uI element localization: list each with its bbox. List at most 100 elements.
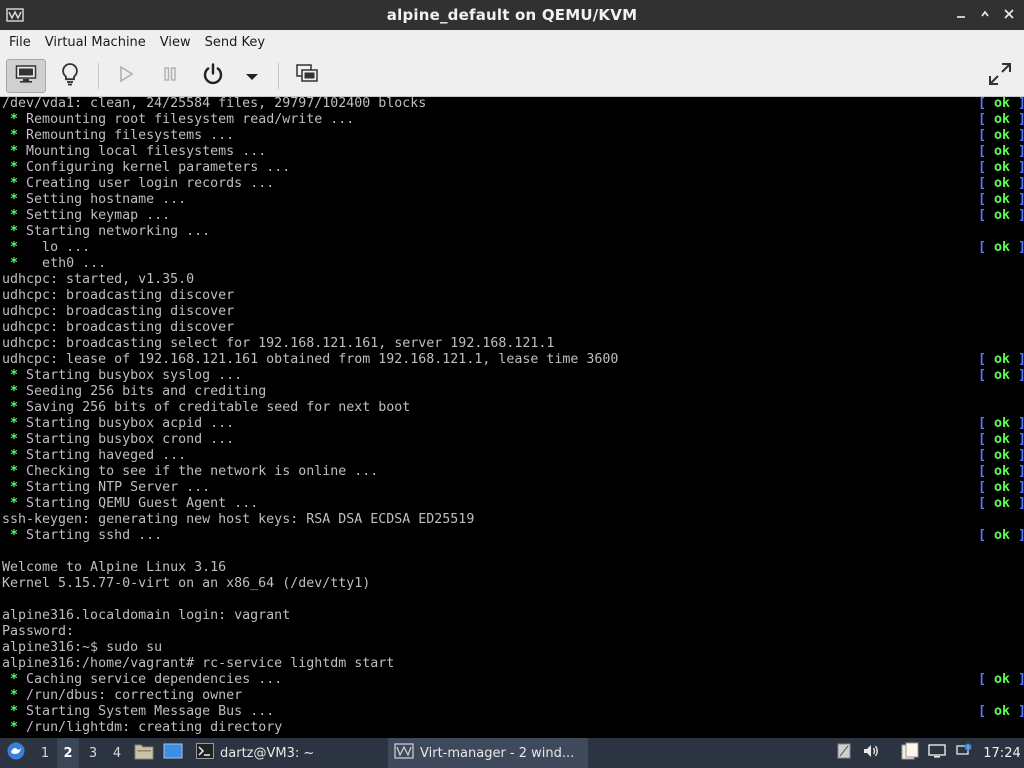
console-view-button[interactable] <box>6 59 46 93</box>
console-line: udhcpc: lease of 192.168.121.161 obtaine… <box>2 352 618 368</box>
menu-file[interactable]: File <box>2 30 38 55</box>
console-line-text: Saving 256 bits of creditable seed for n… <box>26 400 411 415</box>
console-line: udhcpc: broadcasting discover <box>2 288 234 304</box>
power-button[interactable] <box>196 59 230 93</box>
clipboard-tray-button[interactable] <box>834 738 854 768</box>
status-star: * <box>10 224 19 239</box>
notes-tray-icon <box>900 741 920 765</box>
menu-send-key[interactable]: Send Key <box>198 30 272 55</box>
console-line: * Starting QEMU Guest Agent ... <box>2 496 258 512</box>
workspace-1[interactable]: 1 <box>34 738 56 768</box>
desktop-launcher[interactable] <box>162 738 184 768</box>
console-line: /dev/vda1: clean, 24/25584 files, 29797/… <box>2 97 426 112</box>
status-star: * <box>10 128 19 143</box>
workspace-4[interactable]: 4 <box>106 738 128 768</box>
console-line: udhcpc: started, v1.35.0 <box>2 272 194 288</box>
ok-status: [ ok ] <box>978 416 1024 431</box>
status-star: * <box>10 672 19 687</box>
status-star: * <box>10 112 19 127</box>
console-line-text: udhcpc: broadcasting discover <box>2 288 235 303</box>
task-label: Virt-manager - 2 wind... <box>420 745 575 761</box>
workspace-2[interactable]: 2 <box>57 738 79 768</box>
menubar: File Virtual Machine View Send Key <box>0 30 1024 55</box>
status-star: * <box>10 688 19 703</box>
ok-status: [ ok ] <box>978 496 1024 511</box>
menu-virtual-machine[interactable]: Virtual Machine <box>38 30 153 55</box>
volume-icon <box>862 743 880 763</box>
console-line: alpine316:/home/vagrant# rc-service ligh… <box>2 656 394 672</box>
console-line: * Setting keymap ... <box>2 208 170 224</box>
run-button[interactable] <box>110 59 142 93</box>
workspace-3[interactable]: 3 <box>82 738 104 768</box>
file-manager-launcher[interactable] <box>133 738 155 768</box>
ok-status: [ ok ] <box>978 464 1024 479</box>
console-line-text: Checking to see if the network is online… <box>26 464 379 479</box>
window-titlebar: alpine_default on QEMU/KVM <box>0 0 1024 30</box>
status-star: * <box>10 496 19 511</box>
screenshot-button[interactable] <box>290 59 324 93</box>
console-line-text: Starting sshd ... <box>26 528 163 543</box>
console-line-text: Starting NTP Server ... <box>26 480 211 495</box>
console-line: * Starting busybox syslog ... <box>2 368 242 384</box>
notes-tray-button[interactable] <box>898 738 922 768</box>
console-line: * Configuring kernel parameters ... <box>2 160 290 176</box>
status-star: * <box>10 160 19 175</box>
console-line-text: lo ... <box>26 240 91 255</box>
menu-view[interactable]: View <box>153 30 198 55</box>
power-menu-button[interactable] <box>240 59 264 93</box>
status-star: * <box>10 528 19 543</box>
fullscreen-button[interactable] <box>982 59 1018 93</box>
console-line-text: alpine316:~$ sudo su <box>2 640 163 655</box>
ok-status: [ ok ] <box>978 176 1024 191</box>
screenshot-icon <box>295 63 319 89</box>
status-star: * <box>10 432 19 447</box>
desktop-icon <box>163 742 183 764</box>
virt-manager-icon[interactable] <box>6 6 24 24</box>
console-line: Kernel 5.15.77-0-virt on an x86_64 (/dev… <box>2 576 370 592</box>
console-line-text: Creating user login records ... <box>26 176 275 191</box>
start-menu-button[interactable] <box>4 738 28 768</box>
console-line: * Checking to see if the network is onli… <box>2 464 378 480</box>
console-line: * Starting sshd ... <box>2 528 162 544</box>
console-line-text: Kernel 5.15.77-0-virt on an x86_64 (/dev… <box>2 576 371 591</box>
taskbar-task-virt-manager[interactable]: Virt-manager - 2 wind... <box>388 738 588 768</box>
console-line-text: Starting networking ... <box>26 224 211 239</box>
pause-button[interactable] <box>154 59 186 93</box>
taskbar-task-terminal[interactable]: dartz@VM3: ~ <box>190 738 380 768</box>
network-tray-button[interactable]: i <box>953 738 975 768</box>
ok-status: [ ok ] <box>978 432 1024 447</box>
minimize-icon[interactable] <box>952 4 970 24</box>
ok-status: [ ok ] <box>978 448 1024 463</box>
vm-console-display[interactable]: /dev/vda1: clean, 24/25584 files, 29797/… <box>0 97 1024 738</box>
console-line-text: Setting hostname ... <box>26 192 187 207</box>
display-tray-button[interactable] <box>926 738 948 768</box>
console-line-text: Starting haveged ... <box>26 448 187 463</box>
pause-icon <box>162 65 178 87</box>
console-line: * /run/lightdm: creating directory <box>2 720 282 736</box>
console-view-icon <box>15 64 37 88</box>
console-line-text: Starting QEMU Guest Agent ... <box>26 496 259 511</box>
console-line: * Creating user login records ... <box>2 176 274 192</box>
console-line-text: ssh-keygen: generating new host keys: RS… <box>2 512 475 527</box>
console-line: alpine316.localdomain login: vagrant <box>2 608 290 624</box>
ok-status: [ ok ] <box>978 704 1024 719</box>
ok-status: [ ok ] <box>978 208 1024 223</box>
console-line-text: Remounting filesystems ... <box>26 128 235 143</box>
details-button[interactable] <box>52 59 88 93</box>
volume-button[interactable] <box>860 738 882 768</box>
ok-status: [ ok ] <box>978 240 1024 255</box>
console-line: * Starting networking ... <box>2 224 210 240</box>
ok-status: [ ok ] <box>978 480 1024 495</box>
close-icon[interactable] <box>1000 4 1018 24</box>
console-line-text: alpine316:/home/vagrant# rc-service ligh… <box>2 656 395 671</box>
console-line-text: Configuring kernel parameters ... <box>26 160 291 175</box>
console-line-text: alpine316.localdomain login: vagrant <box>2 608 291 623</box>
clock[interactable]: 17:24 <box>982 738 1022 768</box>
console-line-text: Starting busybox acpid ... <box>26 416 235 431</box>
console-line: * lo ... <box>2 240 90 256</box>
console-line: alpine316:~$ sudo su <box>2 640 162 656</box>
status-star: * <box>10 240 19 255</box>
maximize-icon[interactable] <box>976 4 994 24</box>
terminal-icon <box>196 743 214 763</box>
task-label: dartz@VM3: ~ <box>220 745 315 761</box>
